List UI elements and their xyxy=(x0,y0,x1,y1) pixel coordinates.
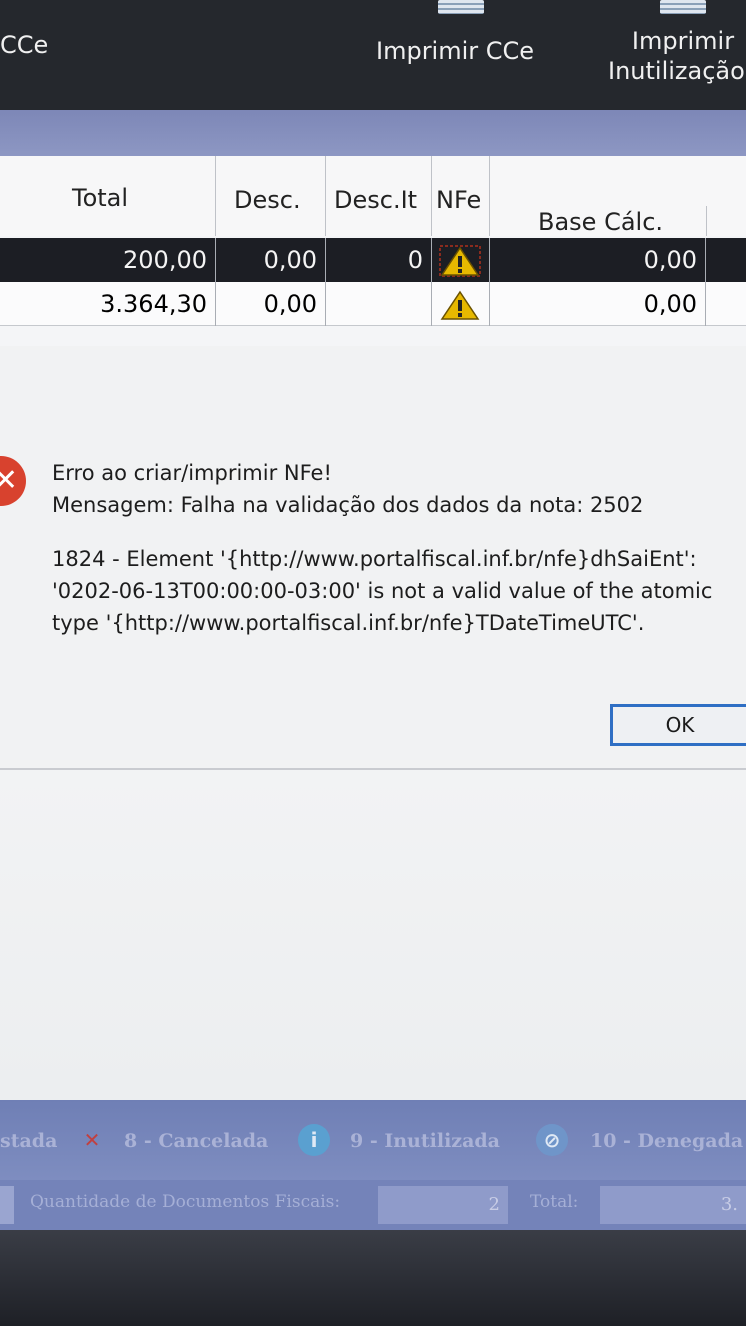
cell-nfe xyxy=(432,238,490,282)
dialog-detail-line3: type '{http://www.portalfiscal.inf.br/nf… xyxy=(52,611,645,635)
total-label: Total: xyxy=(530,1192,579,1212)
nfe-grid[interactable]: Total Desc. Desc.It NFe Base Cálc. 200,0… xyxy=(0,156,746,346)
legend-item-label: 9 - Inutilizada xyxy=(350,1130,500,1152)
legend-item-label: 10 - Denegada xyxy=(590,1130,744,1152)
legend-item-label: stada xyxy=(0,1130,58,1152)
status-left-box xyxy=(0,1186,14,1224)
legend-item-label: 8 - Cancelada xyxy=(124,1130,269,1152)
toolbar: CCe Imprimir CCe Imprimir Inutilização xyxy=(0,0,746,110)
cell-base-calc: 0,00 xyxy=(490,282,706,326)
status-bar: Quantidade de Documentos Fiscais: 2 Tota… xyxy=(0,1180,746,1230)
cell-desc: 0,00 xyxy=(216,282,326,326)
col-header-base-calc[interactable]: Base Cálc. xyxy=(490,156,706,236)
warning-icon xyxy=(439,245,481,277)
toolbar-cce-button[interactable]: CCe xyxy=(0,30,48,60)
content-area xyxy=(0,770,746,1100)
col-header-desc[interactable]: Desc. xyxy=(216,156,326,236)
cancel-x-icon: ✕ xyxy=(83,1128,101,1152)
qty-docs-value: 2 xyxy=(378,1186,508,1224)
qty-docs-label: Quantidade de Documentos Fiscais: xyxy=(30,1192,341,1212)
toolbar-print-inutilizacao-button[interactable]: Imprimir Inutilização xyxy=(608,0,746,86)
cell-nfe xyxy=(432,282,490,326)
cell-total: 3.364,30 xyxy=(0,282,216,326)
col-header-nfe[interactable]: NFe xyxy=(432,156,490,236)
info-icon: i xyxy=(298,1124,330,1156)
error-dialog: ✕ Erro ao criar/imprimir NFe! Mensagem: … xyxy=(0,346,746,770)
ok-button[interactable]: OK xyxy=(610,704,746,746)
toolbar-print-cce-button[interactable]: Imprimir CCe xyxy=(376,0,535,66)
cell-desc-it: 0 xyxy=(326,238,432,282)
toolbar-separator-band xyxy=(0,110,746,156)
error-icon: ✕ xyxy=(0,456,26,506)
col-header-total[interactable]: Total xyxy=(0,156,216,236)
denied-icon: ⊘ xyxy=(536,1124,568,1156)
table-row[interactable]: 200,00 0,00 0 0,00 xyxy=(0,238,746,282)
toolbar-print-inutilizacao-label-1: Imprimir xyxy=(631,27,735,55)
dialog-title: Erro ao criar/imprimir NFe! xyxy=(52,461,332,485)
col-divider xyxy=(706,206,707,236)
col-header-desc-it[interactable]: Desc.It xyxy=(326,156,432,236)
print-cce-icon xyxy=(438,0,484,14)
grid-header: Total Desc. Desc.It NFe Base Cálc. xyxy=(0,156,746,236)
table-row[interactable]: 3.364,30 0,00 0,00 xyxy=(0,282,746,326)
dialog-detail-line1: 1824 - Element '{http://www.portalfiscal… xyxy=(52,547,697,571)
dialog-message: Mensagem: Falha na validação dos dados d… xyxy=(52,493,644,517)
status-legend: stada ✕ 8 - Cancelada i 9 - Inutilizada … xyxy=(0,1100,746,1180)
print-inutilizacao-icon xyxy=(660,0,706,14)
toolbar-print-cce-label: Imprimir CCe xyxy=(376,37,535,65)
cell-base-calc: 0,00 xyxy=(490,238,706,282)
dialog-detail-line2: '0202-06-13T00:00:00-03:00' is not a val… xyxy=(52,579,713,603)
monitor-bezel xyxy=(0,1230,746,1326)
warning-icon xyxy=(440,290,480,320)
toolbar-print-inutilizacao-label-2: Inutilização xyxy=(608,57,745,85)
toolbar-cce-label: CCe xyxy=(0,31,49,59)
total-value: 3. xyxy=(600,1186,746,1224)
cell-total: 200,00 xyxy=(0,238,216,282)
cell-desc-it xyxy=(326,282,432,326)
cell-desc: 0,00 xyxy=(216,238,326,282)
